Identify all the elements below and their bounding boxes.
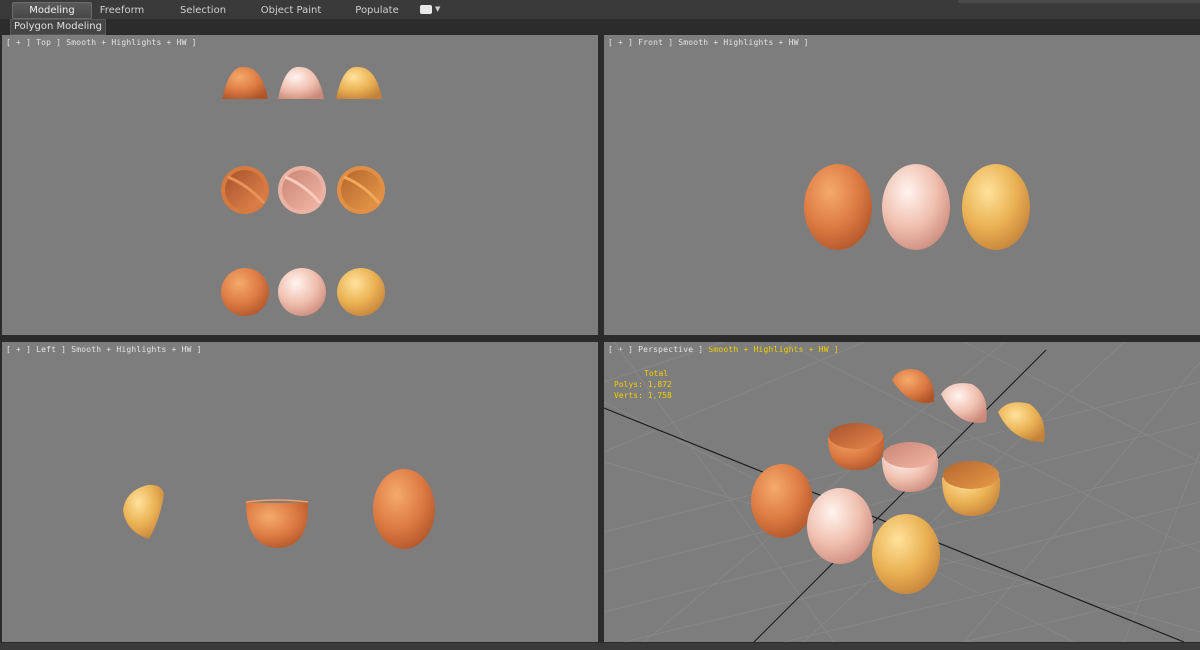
- ribbon-tab-bar: Modeling Freeform Selection Object Paint…: [0, 0, 1200, 20]
- top-view-scene: [221, 66, 385, 316]
- status-strip: [0, 643, 1200, 650]
- tab-modeling[interactable]: Modeling: [12, 2, 92, 19]
- front-view-scene: [804, 164, 1030, 250]
- perspective-scene: [604, 342, 1200, 642]
- viewport-top[interactable]: [ + ] Top ] Smooth + Highlights + HW ]: [2, 35, 598, 335]
- egg-cap-brown-3d: [892, 369, 935, 404]
- egg-whole-side: [373, 469, 435, 549]
- egg-front-gold: [962, 164, 1030, 250]
- tab-populate[interactable]: Populate: [350, 3, 404, 18]
- chevron-down-icon[interactable]: ▼: [435, 5, 440, 13]
- egg-whole-brown-3d: [751, 464, 813, 538]
- egg-front-pink: [882, 164, 950, 250]
- egg-front-brown: [804, 164, 872, 250]
- ribbon-options-icon[interactable]: [420, 5, 432, 14]
- egg-whole-gold-3d: [872, 514, 940, 594]
- egg-cup-side: [246, 502, 309, 548]
- tab-freeform[interactable]: Freeform: [92, 3, 152, 18]
- tab-selection[interactable]: Selection: [172, 3, 234, 18]
- viewport-front[interactable]: [ + ] Front ] Smooth + Highlights + HW ]: [604, 35, 1200, 335]
- egg-cap-side: [123, 484, 164, 539]
- egg-cap-brown: [222, 66, 268, 99]
- world-axes: [604, 349, 1185, 642]
- viewport-perspective[interactable]: [ + ] Perspective ] Smooth + Highlights …: [604, 342, 1200, 642]
- egg-whole-pink: [278, 268, 326, 316]
- egg-cap-pink-3d: [941, 383, 987, 423]
- viewport-left[interactable]: [ + ] Left ] Smooth + Highlights + HW ]: [2, 342, 598, 642]
- polygon-modeling-panel[interactable]: Polygon Modeling: [10, 19, 106, 35]
- tab-object-paint[interactable]: Object Paint: [258, 3, 324, 18]
- egg-whole-pink-3d: [807, 488, 873, 564]
- left-view-scene: [123, 469, 435, 549]
- ribbon-panel-bar: Polygon Modeling: [0, 19, 1200, 35]
- ribbon-divider: [958, 0, 1200, 3]
- egg-whole-gold: [337, 268, 385, 316]
- egg-cap-gold-3d: [998, 402, 1045, 442]
- egg-cap-pink: [278, 66, 324, 99]
- egg-cap-gold: [336, 66, 382, 99]
- egg-whole-brown: [221, 268, 269, 316]
